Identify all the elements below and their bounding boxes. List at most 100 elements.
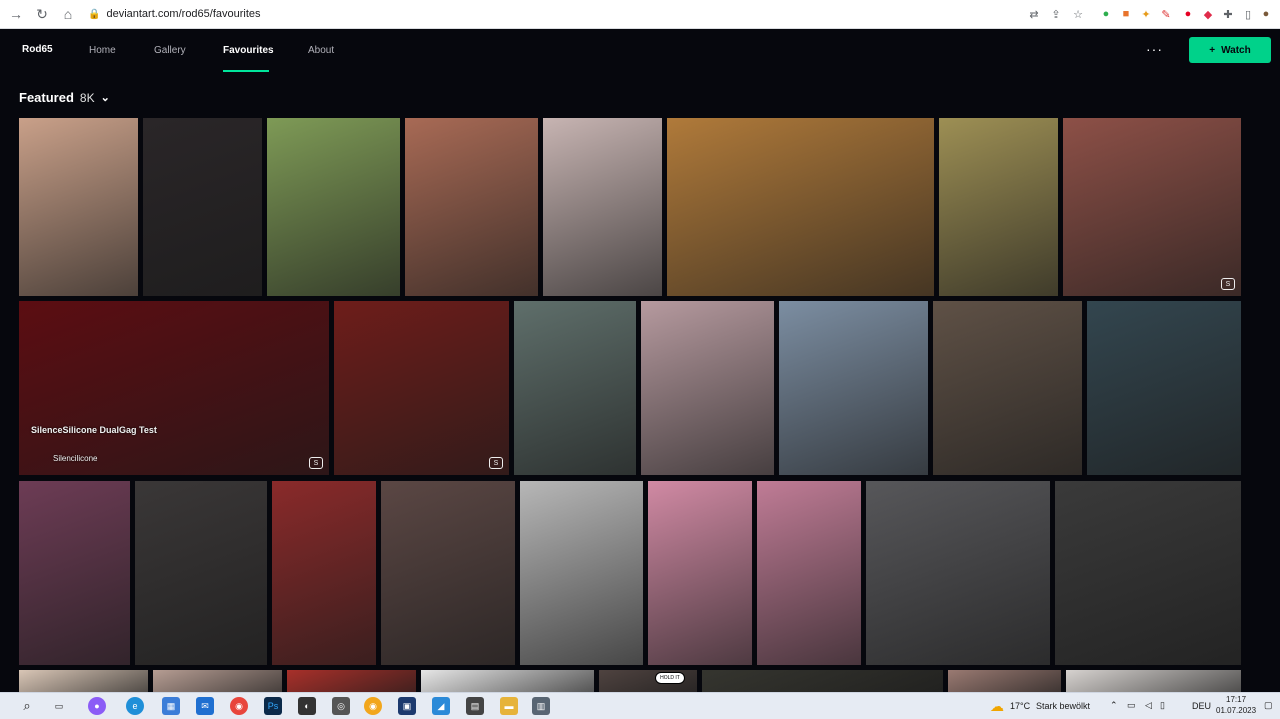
gallery-thumbnail[interactable] <box>514 301 636 475</box>
gallery-thumbnail[interactable] <box>272 481 376 665</box>
gallery-thumbnail[interactable] <box>667 118 934 296</box>
profile-avatar-icon[interactable]: ● <box>1258 4 1274 24</box>
collection-count: 8K <box>79 90 95 105</box>
gallery-thumbnail[interactable] <box>1087 301 1241 475</box>
badge-icon: S <box>1221 278 1235 290</box>
weather-temperature: 17°C <box>1010 701 1031 711</box>
mail-icon[interactable]: ✉ <box>196 697 214 715</box>
bookmark-star-icon[interactable]: ☆ <box>1070 4 1086 24</box>
photoshop-icon[interactable]: Ps <box>264 697 282 715</box>
badge-icon: S <box>309 457 323 469</box>
thumbnail-author: Silencilicone <box>53 454 98 463</box>
gallery-thumbnail[interactable] <box>702 670 943 692</box>
chrome-icon[interactable]: ◉ <box>230 697 248 715</box>
language-indicator[interactable]: DEU <box>1192 701 1211 711</box>
gallery-thumbnail[interactable] <box>939 118 1058 296</box>
edge-browser-icon[interactable]: e <box>126 697 144 715</box>
assistant-icon[interactable]: ● <box>88 697 106 715</box>
app-icon-3[interactable]: ▣ <box>398 697 416 715</box>
browser-icon[interactable]: ◉ <box>364 697 382 715</box>
tab-gallery[interactable]: Gallery <box>154 45 186 56</box>
sidepanel-icon[interactable]: ▯ <box>1240 4 1256 24</box>
gallery-thumbnail[interactable] <box>757 481 861 665</box>
extensions-puzzle-icon[interactable]: ✚ <box>1220 4 1236 24</box>
badge-icon: S <box>489 457 503 469</box>
battery-icon[interactable]: ▯ <box>1160 700 1165 711</box>
gallery-thumbnail[interactable] <box>421 670 594 692</box>
clock-date[interactable]: 01.07.2023 <box>1216 706 1256 715</box>
lock-icon: 🔒 <box>88 8 101 20</box>
back-arrow-icon[interactable]: → <box>6 4 26 24</box>
watch-label: Watch <box>1221 44 1251 56</box>
app-icon-2[interactable]: ◎ <box>332 697 350 715</box>
gallery-thumbnail[interactable] <box>1055 481 1241 665</box>
plus-icon: + <box>1209 44 1216 56</box>
site-navbar: Rod65 Home Gallery Favourites About ··· … <box>0 29 1280 72</box>
gallery-thumbnail[interactable] <box>866 481 1050 665</box>
gallery-thumbnail[interactable] <box>153 670 282 692</box>
share-icon[interactable]: ⇪ <box>1048 4 1064 24</box>
gallery-thumbnail[interactable] <box>648 481 752 665</box>
tab-home[interactable]: Home <box>89 45 116 56</box>
gallery-thumbnail[interactable] <box>948 670 1061 692</box>
gallery-thumbnail[interactable] <box>779 301 928 475</box>
gallery-thumbnail[interactable] <box>267 118 400 296</box>
collection-header[interactable]: Featured 8K ⌄ <box>19 90 110 105</box>
store-icon[interactable]: ▦ <box>162 697 180 715</box>
gallery-thumbnail[interactable] <box>381 481 515 665</box>
gallery-thumbnail[interactable]: S <box>334 301 509 475</box>
gallery-thumbnail[interactable] <box>19 670 148 692</box>
username-label[interactable]: Rod65 <box>22 44 53 55</box>
tray-chevron-icon[interactable]: ⌃ <box>1110 700 1118 711</box>
gallery-thumbnail[interactable] <box>543 118 662 296</box>
clock-time[interactable]: 17:17 <box>1226 695 1246 704</box>
app-icon-5[interactable]: ▤ <box>466 697 484 715</box>
gallery-thumbnail[interactable]: S <box>1063 118 1241 296</box>
volume-icon[interactable]: ◁ <box>1145 700 1152 711</box>
app-icon-6[interactable]: ▥ <box>532 697 550 715</box>
network-icon[interactable]: ▭ <box>1127 700 1136 711</box>
speech-bubble: HOLD IT <box>655 672 685 684</box>
gallery-thumbnail[interactable] <box>1066 670 1241 692</box>
chevron-down-icon: ⌄ <box>100 92 110 104</box>
gallery-thumbnail[interactable] <box>641 301 774 475</box>
extension-green-icon[interactable]: ● <box>1098 4 1114 24</box>
gallery-thumbnail[interactable] <box>405 118 538 296</box>
url-text: deviantart.com/rod65/favourites <box>106 8 261 20</box>
active-tab-indicator <box>223 70 269 72</box>
notifications-icon[interactable]: ▢ <box>1264 700 1273 711</box>
extension-key-icon[interactable]: ✦ <box>1138 4 1154 24</box>
search-icon[interactable]: ⌕ <box>18 697 36 715</box>
app-icon[interactable]: ◐ <box>298 697 316 715</box>
gallery-thumbnail[interactable] <box>135 481 267 665</box>
weather-icon[interactable]: ☁ <box>988 697 1006 715</box>
collection-title: Featured <box>19 90 74 105</box>
gallery-thumbnail[interactable]: HOLD IT <box>599 670 697 692</box>
watch-button[interactable]: + Watch <box>1189 37 1271 63</box>
home-icon[interactable]: ⌂ <box>58 4 78 24</box>
gallery-thumbnail[interactable] <box>143 118 262 296</box>
browser-toolbar: → ↻ ⌂ 🔒 deviantart.com/rod65/favourites … <box>0 0 1280 29</box>
reload-icon[interactable]: ↻ <box>32 4 52 24</box>
gallery-thumbnail[interactable] <box>520 481 643 665</box>
gallery-thumbnail[interactable]: SilenceSilicone DualGag Test Silencilico… <box>19 301 329 475</box>
extension-orange-icon[interactable]: ■ <box>1118 4 1134 24</box>
gallery-thumbnail[interactable] <box>19 481 130 665</box>
app-icon-4[interactable]: ◢ <box>432 697 450 715</box>
pinterest-icon[interactable]: ● <box>1180 4 1196 24</box>
translate-icon[interactable]: ⇄ <box>1026 4 1042 24</box>
os-taskbar: ⌕ ▭ ● e ▦ ✉ ◉ Ps ◐ ◎ ◉ ▣ ◢ ▤ ▬ ▥ ☁ 17°C … <box>0 692 1280 719</box>
gallery-thumbnail[interactable] <box>287 670 416 692</box>
thumbnail-title: SilenceSilicone DualGag Test <box>31 425 157 435</box>
more-options-icon[interactable]: ··· <box>1146 41 1163 57</box>
weather-description: Stark bewölkt <box>1036 701 1091 711</box>
file-explorer-icon[interactable]: ▬ <box>500 697 518 715</box>
tab-favourites[interactable]: Favourites <box>223 45 274 56</box>
extension-red-icon[interactable]: ✎ <box>1158 4 1174 24</box>
pocket-icon[interactable]: ◆ <box>1200 4 1216 24</box>
gallery-thumbnail[interactable] <box>19 118 138 296</box>
task-view-icon[interactable]: ▭ <box>50 697 68 715</box>
gallery-thumbnail[interactable] <box>933 301 1082 475</box>
address-bar[interactable]: 🔒 deviantart.com/rod65/favourites <box>88 3 261 25</box>
tab-about[interactable]: About <box>308 45 334 56</box>
